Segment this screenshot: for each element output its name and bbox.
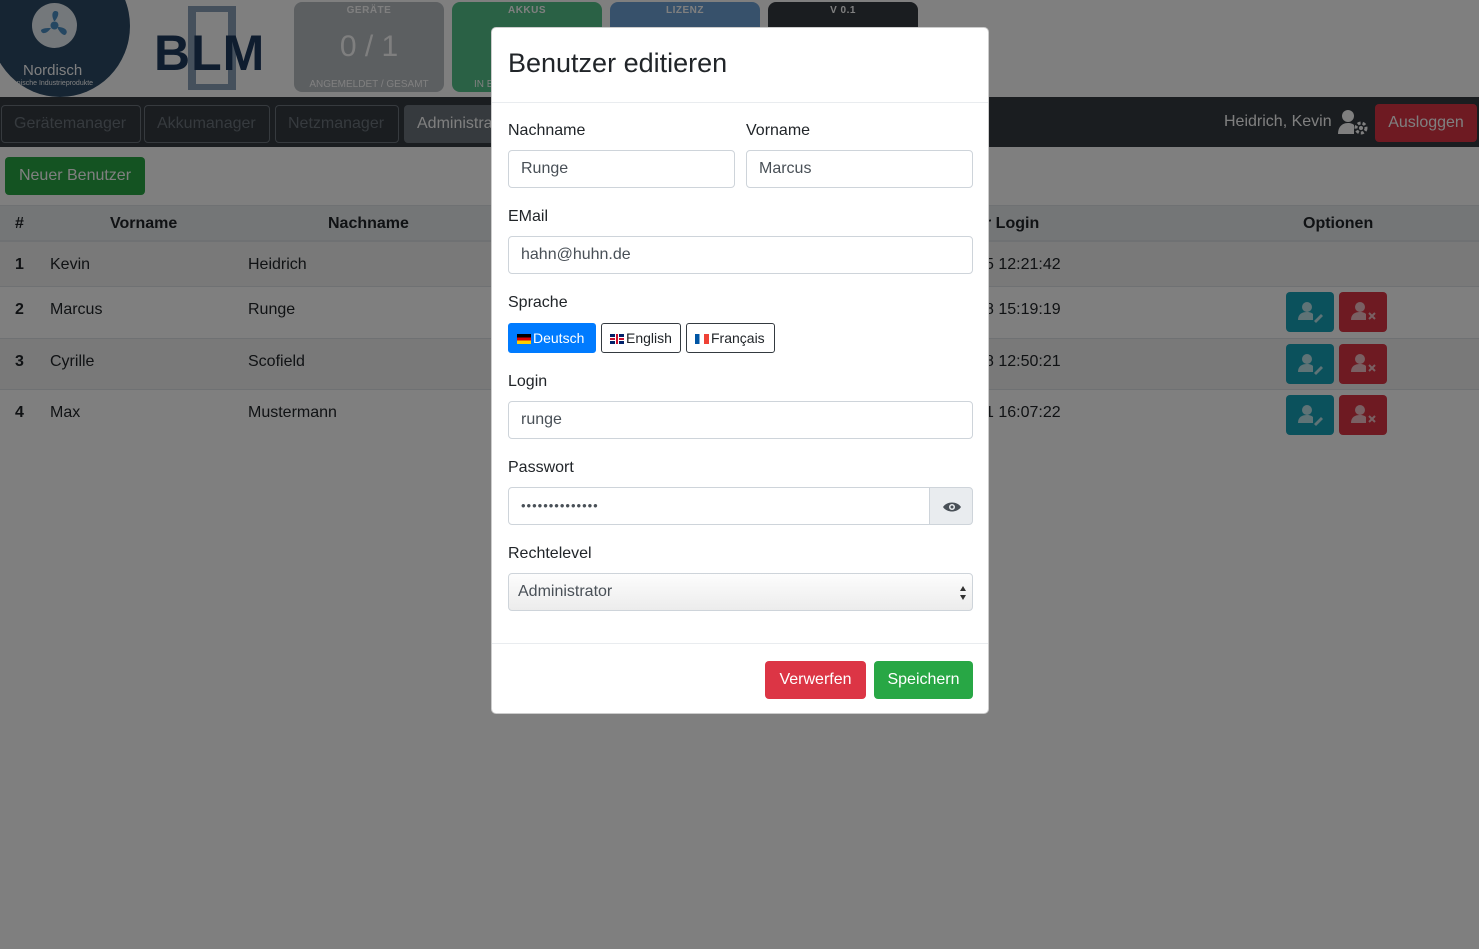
vorname-input[interactable]: Marcus [746,150,973,188]
rechtelevel-select[interactable]: Administrator [508,573,973,611]
dialog-footer: Verwerfen Speichern [492,643,988,714]
login-label: Login [508,373,548,390]
dialog-title: Benutzer editieren [508,48,728,78]
show-password-button[interactable] [929,487,973,525]
login-input[interactable]: runge [508,401,973,439]
discard-button[interactable]: Verwerfen [765,661,866,699]
language-english-button[interactable]: English [601,323,681,353]
language-deutsch-label: Deutsch [533,330,585,346]
nachname-label: Nachname [508,122,586,139]
language-francais-label: Français [711,330,765,346]
flag-fr-icon [695,334,709,344]
rechtelevel-value: Administrator [518,583,613,600]
passwort-label: Passwort [508,459,574,476]
language-francais-button[interactable]: Français [686,323,775,353]
password-input[interactable]: •••••••••••••• [508,487,930,525]
edit-user-dialog: Benutzer editieren Nachname Runge Vornam… [491,27,989,714]
nachname-input[interactable]: Runge [508,150,735,188]
email-input[interactable]: hahn@huhn.de [508,236,973,274]
save-button[interactable]: Speichern [874,661,973,699]
eye-icon [943,502,961,512]
vorname-label: Vorname [746,122,811,139]
language-deutsch-button[interactable]: Deutsch [508,323,596,353]
flag-gb-icon [610,334,624,344]
flag-de-icon [517,334,531,344]
email-label: EMail [508,208,549,225]
language-english-label: English [626,330,672,346]
dialog-header: Benutzer editieren [492,28,988,103]
select-arrows-icon [960,586,966,600]
sprache-label: Sprache [508,294,568,311]
rechtelevel-label: Rechtelevel [508,545,592,562]
